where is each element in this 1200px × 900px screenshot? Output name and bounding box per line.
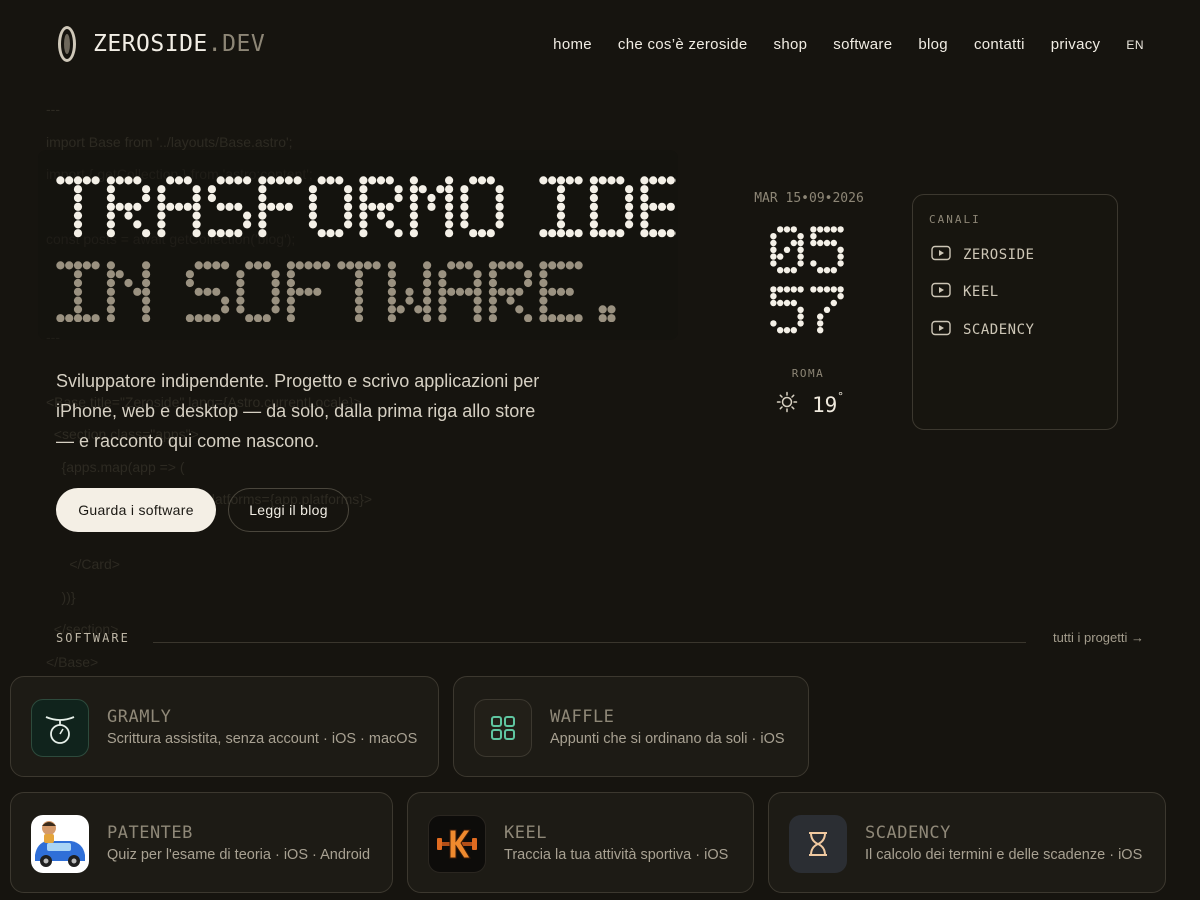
- channels-title: CANALI: [929, 213, 981, 226]
- software-section-label: SOFTWARE: [56, 631, 130, 645]
- youtube-play-icon: [931, 282, 951, 302]
- nav-shop[interactable]: shop: [774, 36, 808, 53]
- app-name: GRAMLY: [107, 707, 172, 727]
- nav-about[interactable]: che cos’è zeroside: [618, 36, 748, 53]
- dumbbell-k-icon: [428, 815, 486, 873]
- channel-zeroside[interactable]: ZEROSIDE: [931, 245, 1034, 265]
- background-code-line: ---: [46, 101, 60, 117]
- hero-description: Sviluppatore indipendente. Progetto e sc…: [56, 371, 540, 451]
- weather: 19°: [776, 390, 844, 417]
- logo[interactable]: ZEROSIDE.DEV: [58, 26, 265, 62]
- nav-home[interactable]: home: [553, 36, 592, 53]
- channel-scadency[interactable]: SCADENCY: [931, 320, 1034, 340]
- nav-privacy[interactable]: privacy: [1051, 36, 1101, 53]
- app-card-scadency[interactable]: SCADENCY Il calcolo dei termini e delle …: [768, 792, 1166, 893]
- app-description: Appunti che si ordinano da soli · iOS: [550, 731, 785, 747]
- read-blog-button[interactable]: Leggi il blog: [228, 488, 349, 532]
- language-switch[interactable]: EN: [1126, 38, 1144, 52]
- nav-blog[interactable]: blog: [918, 36, 948, 53]
- app-description: Il calcolo dei termini e delle scadenze …: [865, 847, 1143, 863]
- scale-icon: [31, 699, 89, 757]
- logo-mark-icon: [58, 26, 76, 62]
- logo-main: ZEROSIDE: [93, 31, 208, 57]
- app-name: PATENTEB: [107, 823, 193, 843]
- app-card-waffle[interactable]: WAFFLE Appunti che si ordinano da soli ·…: [453, 676, 809, 777]
- youtube-play-icon: [931, 320, 951, 340]
- app-card-patenteb[interactable]: PATENTEB Quiz per l'esame di teoria · iO…: [10, 792, 393, 893]
- app-card-gramly[interactable]: GRAMLY Scrittura assistita, senza accoun…: [10, 676, 439, 777]
- app-card-keel[interactable]: KEEL Traccia la tua attività sportiva · …: [407, 792, 754, 893]
- view-software-button[interactable]: Guarda i software: [56, 488, 216, 532]
- background-code-line: ))}: [46, 588, 76, 605]
- temperature-value: 19: [812, 393, 838, 417]
- temperature: 19°: [812, 390, 844, 417]
- app-description: Scrittura assistita, senza account · iOS…: [107, 731, 418, 747]
- main-nav: home che cos’è zeroside shop software bl…: [527, 36, 1144, 53]
- hero-title: [56, 172, 676, 322]
- temperature-degree: °: [837, 390, 844, 403]
- app-name: KEEL: [504, 823, 547, 843]
- channel-label: KEEL: [963, 284, 999, 300]
- nav-software[interactable]: software: [833, 36, 892, 53]
- dotmatrix-text: [770, 226, 844, 274]
- clock-digits-dotmatrix: [770, 226, 844, 334]
- channel-label: ZEROSIDE: [963, 247, 1035, 263]
- logo-text: ZEROSIDE.DEV: [93, 31, 265, 57]
- logo-suffix: .DEV: [207, 31, 266, 57]
- weather-city: ROMA: [791, 367, 825, 380]
- dotmatrix-text: [56, 261, 616, 322]
- background-code-line: {apps.map(app => (: [46, 458, 185, 475]
- app-description: Quiz per l'esame di teoria · iOS · Andro…: [107, 847, 371, 863]
- background-code-line: </Card>: [46, 556, 120, 572]
- channel-keel[interactable]: KEEL: [931, 282, 999, 302]
- all-projects-link[interactable]: tutti i progetti →: [1053, 630, 1144, 645]
- clock-time: [766, 224, 856, 340]
- app-description: Traccia la tua attività sportiva · iOS: [504, 847, 729, 863]
- dotmatrix-text: [56, 176, 676, 238]
- app-name: WAFFLE: [550, 707, 615, 727]
- hourglass-icon: [789, 815, 847, 873]
- channels-panel: CANALI ZEROSIDE KEEL SCADENCY: [912, 194, 1118, 430]
- app-name: SCADENCY: [865, 823, 951, 843]
- hero-title-dotmatrix: [56, 176, 676, 322]
- nav-contacts[interactable]: contatti: [974, 36, 1025, 53]
- clock-date: MAR 15•09•2026: [754, 191, 864, 206]
- youtube-play-icon: [931, 245, 951, 265]
- car-driver-icon: [31, 815, 89, 873]
- dotmatrix-text: [770, 286, 844, 334]
- sun-icon: [776, 391, 798, 417]
- channel-label: SCADENCY: [963, 322, 1035, 338]
- grid-icon: [474, 699, 532, 757]
- section-divider: [153, 642, 1026, 643]
